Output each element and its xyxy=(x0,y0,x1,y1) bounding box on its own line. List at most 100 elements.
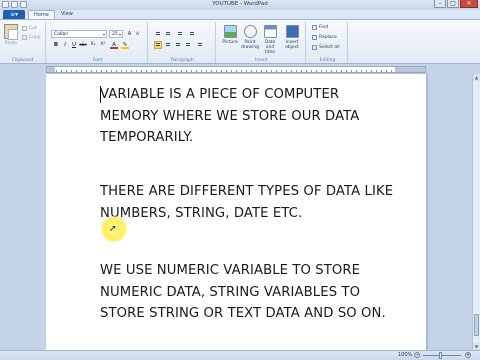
copy-button[interactable]: Copy xyxy=(22,35,40,40)
ribbon: Paste Cut Copy Clipboard Calibri ▾ 25 ▾ … xyxy=(0,19,480,64)
find-label: Find xyxy=(319,25,329,30)
scrollbar-thumb[interactable] xyxy=(474,314,479,336)
maximize-button[interactable]: □ xyxy=(447,0,459,8)
underline-icon: U xyxy=(71,42,77,48)
editing-group: Find Replace Select all Editing xyxy=(308,22,348,63)
date-time-button[interactable]: Date and time xyxy=(260,25,280,55)
object-icon xyxy=(285,25,299,38)
zoom-slider-thumb[interactable] xyxy=(439,352,442,359)
align-right-icon xyxy=(176,43,180,47)
paragraph-group: Paragraph xyxy=(150,22,216,63)
align-left-button[interactable] xyxy=(154,41,162,49)
replace-icon xyxy=(312,35,317,40)
font-family-value: Calibri xyxy=(54,32,69,37)
font-group: Calibri ▾ 25 ▾ A A B I U abc X₂ X² A ✎ F… xyxy=(48,22,148,63)
document-page[interactable]: VARIABLE IS A PIECE OF COMPUTER MEMORY W… xyxy=(46,74,426,350)
tab-home[interactable]: Home xyxy=(28,10,55,19)
scroll-down-icon[interactable]: ▼ xyxy=(473,343,480,350)
bold-icon: B xyxy=(53,42,59,48)
ruler xyxy=(0,65,480,74)
document-area: VARIABLE IS A PIECE OF COMPUTER MEMORY W… xyxy=(0,74,472,350)
font-size-select[interactable]: 25 ▾ xyxy=(109,30,123,38)
subscript-button[interactable]: X₂ xyxy=(89,41,97,49)
chevron-down-icon: ▾ xyxy=(118,32,121,37)
title-bar: YOUTUBE - WordPad – □ ✕ xyxy=(0,0,480,10)
close-button[interactable]: ✕ xyxy=(460,0,478,8)
strikethrough-button[interactable]: abc xyxy=(79,41,87,49)
justify-icon xyxy=(186,43,190,47)
zoom-out-button[interactable]: − xyxy=(414,352,420,358)
wordpad-window: YOUTUBE - WordPad – □ ✕ ≡▾ Home View Pas… xyxy=(0,0,480,360)
paragraph-group-label: Paragraph xyxy=(170,58,195,63)
zoom-in-button[interactable]: + xyxy=(465,352,471,358)
select-all-button[interactable]: Select all xyxy=(312,45,340,50)
ruler-right-margin xyxy=(395,67,425,72)
align-left-icon xyxy=(156,43,160,47)
scissors-icon xyxy=(22,26,27,31)
superscript-button[interactable]: X² xyxy=(99,41,107,49)
line-spacing-icon xyxy=(190,32,194,36)
increase-indent-button[interactable] xyxy=(164,30,172,38)
ruler-left-margin xyxy=(47,67,55,72)
highlighter-icon: ✎ xyxy=(122,42,128,48)
superscript-icon: X² xyxy=(100,42,106,47)
document-paragraph[interactable]: WE USE NUMERIC VARIABLE TO STORE NUMERIC… xyxy=(100,260,400,325)
document-paragraph[interactable]: VARIABLE IS A PIECE OF COMPUTER MEMORY W… xyxy=(100,84,400,149)
cut-label: Cut xyxy=(29,26,37,31)
paint-drawing-button[interactable]: Paint drawing xyxy=(240,25,260,50)
copy-icon xyxy=(22,35,27,40)
bold-button[interactable]: B xyxy=(52,41,60,49)
zoom-level: 100% xyxy=(398,352,413,358)
paste-label: Paste xyxy=(4,41,18,46)
copy-label: Copy xyxy=(29,35,41,40)
status-bar: 100% − + xyxy=(0,350,480,360)
ruler-scale[interactable] xyxy=(46,66,426,73)
insert-object-button[interactable]: Insert object xyxy=(282,25,302,50)
zoom-slider[interactable] xyxy=(423,355,461,356)
app-menu-button[interactable]: ≡▾ xyxy=(3,10,25,19)
decrease-indent-button[interactable] xyxy=(154,30,162,38)
bullets-button[interactable] xyxy=(176,30,184,38)
justify-button[interactable] xyxy=(184,41,192,49)
paste-button[interactable]: Paste xyxy=(3,24,19,52)
font-family-select[interactable]: Calibri ▾ xyxy=(51,30,107,38)
clipboard-group: Paste Cut Copy Clipboard xyxy=(0,22,46,63)
strikethrough-icon: abc xyxy=(79,42,87,47)
tab-view[interactable]: View xyxy=(56,10,78,19)
document-paragraph[interactable]: THERE ARE DIFFERENT TYPES OF DATA LIKE N… xyxy=(100,181,400,224)
align-center-button[interactable] xyxy=(164,41,172,49)
clipboard-icon xyxy=(4,24,18,40)
plus-icon: + xyxy=(466,352,471,358)
paragraph-settings-button[interactable] xyxy=(196,41,204,49)
shrink-font-button[interactable]: A xyxy=(134,30,141,38)
underline-button[interactable]: U xyxy=(70,41,78,49)
insert-group: Picture Paint drawing Date and time Inse… xyxy=(218,22,306,63)
font-group-label: Font xyxy=(92,58,103,63)
find-button[interactable]: Find xyxy=(312,25,328,30)
text-color-button[interactable]: A xyxy=(110,41,118,49)
insert-object-label: Insert object xyxy=(285,40,299,50)
italic-button[interactable]: I xyxy=(61,41,69,49)
clipboard-group-label: Clipboard xyxy=(11,58,34,63)
line-spacing-button[interactable] xyxy=(188,30,196,38)
select-all-icon xyxy=(312,45,317,50)
grow-font-button[interactable]: A xyxy=(126,30,133,38)
grow-font-icon: A xyxy=(127,31,132,37)
font-size-value: 25 xyxy=(112,32,118,37)
menu-icon: ≡▾ xyxy=(9,11,19,18)
minimize-button[interactable]: – xyxy=(434,0,446,8)
window-controls: – □ ✕ xyxy=(434,0,478,8)
replace-button[interactable]: Replace xyxy=(312,35,337,40)
decrease-indent-icon xyxy=(156,32,160,36)
scroll-up-icon[interactable]: ▲ xyxy=(473,74,480,81)
bullet-list-icon xyxy=(178,32,182,36)
italic-icon: I xyxy=(64,42,66,48)
text-color-icon: A xyxy=(112,42,116,48)
vertical-scrollbar[interactable]: ▲ ▼ xyxy=(472,74,480,350)
align-right-button[interactable] xyxy=(174,41,182,49)
picture-icon xyxy=(223,25,237,38)
cut-button[interactable]: Cut xyxy=(22,26,37,31)
editing-group-label: Editing xyxy=(319,58,336,63)
highlight-color-button[interactable]: ✎ xyxy=(121,41,129,49)
picture-button[interactable]: Picture xyxy=(220,25,240,45)
